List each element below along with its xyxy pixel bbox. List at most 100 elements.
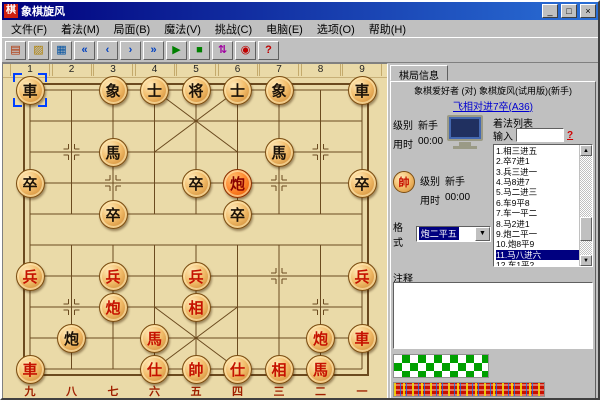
red-piece[interactable]: 馬 [140,324,169,353]
black-piece[interactable]: 炮 [57,324,86,353]
black-piece[interactable]: 卒 [348,169,377,198]
format-combobox[interactable]: 炮二平五 ▼ [416,226,491,242]
black-piece[interactable]: 卒 [223,200,252,229]
flip-board-button[interactable]: ⇅ [212,41,233,60]
maximize-button[interactable]: □ [561,4,577,18]
selection-marker [13,73,22,82]
menu-item-7[interactable]: 选项(O) [310,20,362,38]
last-move-button[interactable]: » [143,41,164,60]
red-piece[interactable]: 相 [182,293,211,322]
black-piece[interactable]: 卒 [182,169,211,198]
move-item[interactable]: 1.相三进五 [496,146,579,156]
open-file-button[interactable]: ▨ [28,41,49,60]
file-number: 九 [25,383,36,399]
computer-time-label: 用时 [393,136,413,151]
new-game-button[interactable]: ▤ [5,41,26,60]
computer-move-button[interactable]: ◉ [235,41,256,60]
input-help-mark[interactable]: ? [567,130,573,141]
red-piece[interactable]: 車 [16,355,45,384]
black-piece[interactable]: 車 [348,76,377,105]
move-item[interactable]: 8.马2进1 [496,219,579,229]
move-item[interactable]: 3.兵三进一 [496,167,579,177]
menu-bar: 文件(F)着法(M)局面(B)魔法(V)挑战(C)电脑(E)选项(O)帮助(H) [2,20,598,37]
stop-button[interactable]: ■ [189,41,210,60]
checker-image [393,354,489,378]
file-number: 八 [66,383,77,399]
app-window: 棋 象棋旋风 _ □ × 文件(F)着法(M)局面(B)魔法(V)挑战(C)电脑… [0,0,600,400]
black-piece[interactable]: 象 [265,76,294,105]
black-piece[interactable]: 馬 [265,138,294,167]
move-item[interactable]: 12.车1平2 [496,260,579,266]
auto-play-button[interactable]: ▶ [166,41,187,60]
move-item[interactable]: 4.马8进7 [496,177,579,187]
menu-item-1[interactable]: 文件(F) [4,20,54,38]
red-piece[interactable]: 炮 [99,293,128,322]
column-number: 2 [52,64,92,76]
menu-item-4[interactable]: 魔法(V) [157,20,208,38]
file-number: 三 [274,383,285,399]
menu-item-8[interactable]: 帮助(H) [362,20,413,38]
first-move-button[interactable]: « [74,41,95,60]
title-bar[interactable]: 棋 象棋旋风 _ □ × [2,2,598,20]
black-piece[interactable]: 将 [182,76,211,105]
red-piece[interactable]: 兵 [16,262,45,291]
move-item[interactable]: 11.马八进六 [496,250,579,260]
move-item[interactable]: 7.车一平二 [496,208,579,218]
chess-board[interactable]: 123456789 九八七六五四三二一 車象士将士象車馬馬卒卒炮卒卒卒炮兵兵兵兵… [2,63,388,400]
red-piece[interactable]: 帥 [182,355,211,384]
red-piece[interactable]: 炮 [306,324,335,353]
red-level-value: 新手 [445,173,465,188]
menu-item-2[interactable]: 着法(M) [54,20,107,38]
menu-item-6[interactable]: 电脑(E) [259,20,310,38]
moves-list-label: 着法列表 [493,115,593,127]
moves-scrollbar[interactable]: ▲ ▼ [579,145,592,266]
menu-item-3[interactable]: 局面(B) [107,20,158,38]
moves-list[interactable]: 1.相三进五2.卒7进13.兵三进一4.马8进75.马二进三6.车9平87.车一… [494,145,579,266]
scroll-down-icon[interactable]: ▼ [580,255,592,266]
column-number: 5 [176,64,216,76]
players-line: 象棋爱好者 (对) 象棋旋风(试用版)(新手) [393,84,593,96]
black-piece[interactable]: 士 [140,76,169,105]
red-piece[interactable]: 兵 [99,262,128,291]
black-piece[interactable]: 卒 [99,200,128,229]
save-file-button[interactable]: ▦ [51,41,72,60]
move-item[interactable]: 2.卒7进1 [496,156,579,166]
computer-player-block: 级别 新手 用时 00:00 [393,115,491,153]
column-number: 4 [135,64,175,76]
scroll-up-icon[interactable]: ▲ [580,145,592,156]
close-button[interactable]: × [580,4,596,18]
opening-link[interactable]: 飞相对进7卒(A36) [393,98,593,113]
move-item[interactable]: 5.马二进三 [496,187,579,197]
combo-dropdown-icon[interactable]: ▼ [475,227,490,241]
red-piece[interactable]: 馬 [306,355,335,384]
red-piece[interactable]: 相 [265,355,294,384]
scroll-track[interactable] [580,156,592,255]
minimize-button[interactable]: _ [542,4,558,18]
red-piece[interactable]: 兵 [182,262,211,291]
column-number: 9 [342,64,382,76]
red-piece[interactable]: 車 [348,324,377,353]
tab-game-info[interactable]: 棋局信息 [390,65,448,81]
next-move-button[interactable]: › [120,41,141,60]
black-piece[interactable]: 象 [99,76,128,105]
move-item[interactable]: 9.炮二平一 [496,229,579,239]
monitor-base [453,146,477,149]
help-button[interactable]: ? [258,41,279,60]
move-input[interactable] [516,128,564,142]
red-piece[interactable]: 兵 [348,262,377,291]
notes-textarea[interactable] [393,282,593,349]
red-piece[interactable]: 仕 [140,355,169,384]
black-piece[interactable]: 馬 [99,138,128,167]
move-item[interactable]: 6.车9平8 [496,198,579,208]
format-value: 炮二平五 [419,227,459,240]
prev-move-button[interactable]: ‹ [97,41,118,60]
monitor-screen-icon [447,115,483,141]
black-piece[interactable]: 炮 [223,169,252,198]
move-item[interactable]: 10.炮8平9 [496,239,579,249]
black-piece[interactable]: 士 [223,76,252,105]
black-piece[interactable]: 卒 [16,169,45,198]
red-piece[interactable]: 仕 [223,355,252,384]
selection-marker [38,98,47,107]
scroll-thumb[interactable] [580,217,592,241]
menu-item-5[interactable]: 挑战(C) [208,20,259,38]
